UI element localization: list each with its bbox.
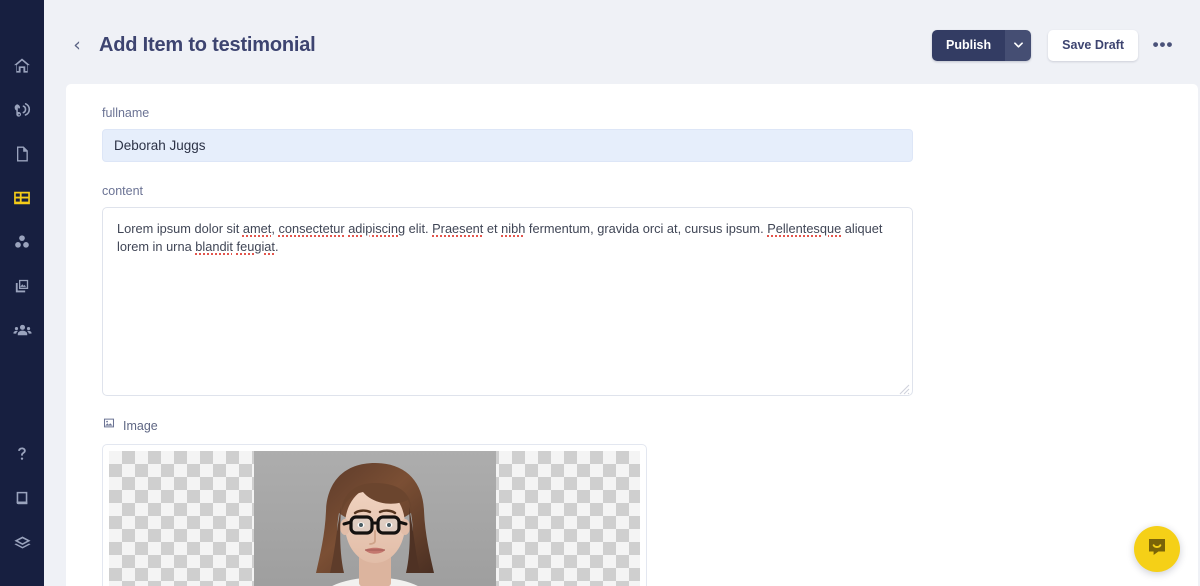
question-mark-icon	[12, 444, 32, 464]
publish-dropdown-button[interactable]	[1005, 29, 1032, 61]
sidebar-item-broadcast[interactable]	[0, 88, 44, 132]
sidebar-item-help[interactable]	[0, 432, 44, 476]
sidebar-item-components[interactable]	[0, 220, 44, 264]
blocks-icon	[12, 232, 32, 252]
textarea-resize-handle[interactable]	[899, 382, 910, 395]
sidebar-item-docs[interactable]	[0, 476, 44, 520]
layers-icon	[12, 532, 33, 553]
sidebar-item-home[interactable]	[0, 44, 44, 88]
image-label-row: Image	[102, 416, 1162, 435]
misspelled-word: amet	[242, 221, 272, 236]
media-gallery-icon	[12, 276, 32, 296]
image-preview-photo	[254, 451, 496, 586]
top-bar-actions: Publish Save Draft •••	[932, 29, 1176, 61]
broadcast-icon	[12, 100, 32, 120]
app-root: ‹ Add Item to testimonial Publish Save D…	[0, 0, 1200, 586]
content-text-run: Lorem ipsum dolor sit	[117, 221, 243, 236]
users-icon	[12, 320, 33, 341]
more-options-button[interactable]: •••	[1150, 32, 1176, 58]
chevron-down-icon	[1013, 42, 1023, 48]
save-draft-button[interactable]: Save Draft	[1048, 29, 1138, 61]
home-icon	[12, 56, 32, 76]
image-label: Image	[123, 418, 158, 433]
sidebar-item-collections[interactable]	[0, 176, 44, 220]
content-textarea[interactable]: Lorem ipsum dolor sit amet, consectetur …	[102, 207, 913, 396]
document-icon	[12, 144, 32, 164]
content-card: fullname Deborah Juggs content Lorem ips…	[66, 84, 1198, 586]
image-transparency-canvas	[109, 451, 640, 586]
misspelled-word: Pellentesque	[767, 221, 842, 236]
sidebar-item-media[interactable]	[0, 264, 44, 308]
sidebar	[0, 0, 44, 586]
misspelled-word: consectetur	[278, 221, 345, 236]
fullname-label: fullname	[102, 106, 150, 120]
sidebar-item-pages[interactable]	[0, 132, 44, 176]
main-area: ‹ Add Item to testimonial Publish Save D…	[44, 0, 1200, 586]
field-content: content Lorem ipsum dolor sit amet, cons…	[102, 184, 1162, 396]
misspelled-word: nibh	[501, 221, 526, 236]
page-title: Add Item to testimonial	[99, 33, 316, 56]
field-fullname: fullname Deborah Juggs	[102, 106, 1162, 162]
grid-icon	[11, 187, 33, 209]
publish-button-group: Publish	[932, 29, 1032, 61]
content-label: content	[102, 184, 144, 198]
sidebar-item-layers[interactable]	[0, 520, 44, 564]
chat-launcher-button[interactable]	[1134, 526, 1180, 572]
fullname-input[interactable]: Deborah Juggs	[102, 129, 913, 162]
sidebar-item-users[interactable]	[0, 308, 44, 352]
publish-button[interactable]: Publish	[932, 29, 1006, 61]
misspelled-word: feugiat	[236, 239, 275, 255]
content-text-run: elit.	[405, 221, 433, 236]
content-textarea-text: Lorem ipsum dolor sit amet, consectetur …	[117, 220, 901, 256]
image-preview-frame[interactable]	[102, 444, 647, 586]
book-icon	[12, 488, 32, 508]
content-text-run: fermentum, gravida orci at, cursus ipsum…	[525, 221, 768, 236]
content-text-run: et	[483, 221, 502, 236]
misspelled-word: adipiscing	[348, 221, 406, 236]
back-button[interactable]: ‹	[66, 31, 88, 59]
image-icon	[102, 416, 116, 435]
field-image: Image	[102, 416, 1162, 586]
misspelled-word: Praesent	[432, 221, 484, 236]
top-bar: ‹ Add Item to testimonial Publish Save D…	[44, 0, 1200, 90]
chat-bubble-smile-icon	[1145, 535, 1169, 564]
misspelled-word: blandit	[195, 239, 233, 255]
content-text-run: .	[274, 239, 279, 255]
